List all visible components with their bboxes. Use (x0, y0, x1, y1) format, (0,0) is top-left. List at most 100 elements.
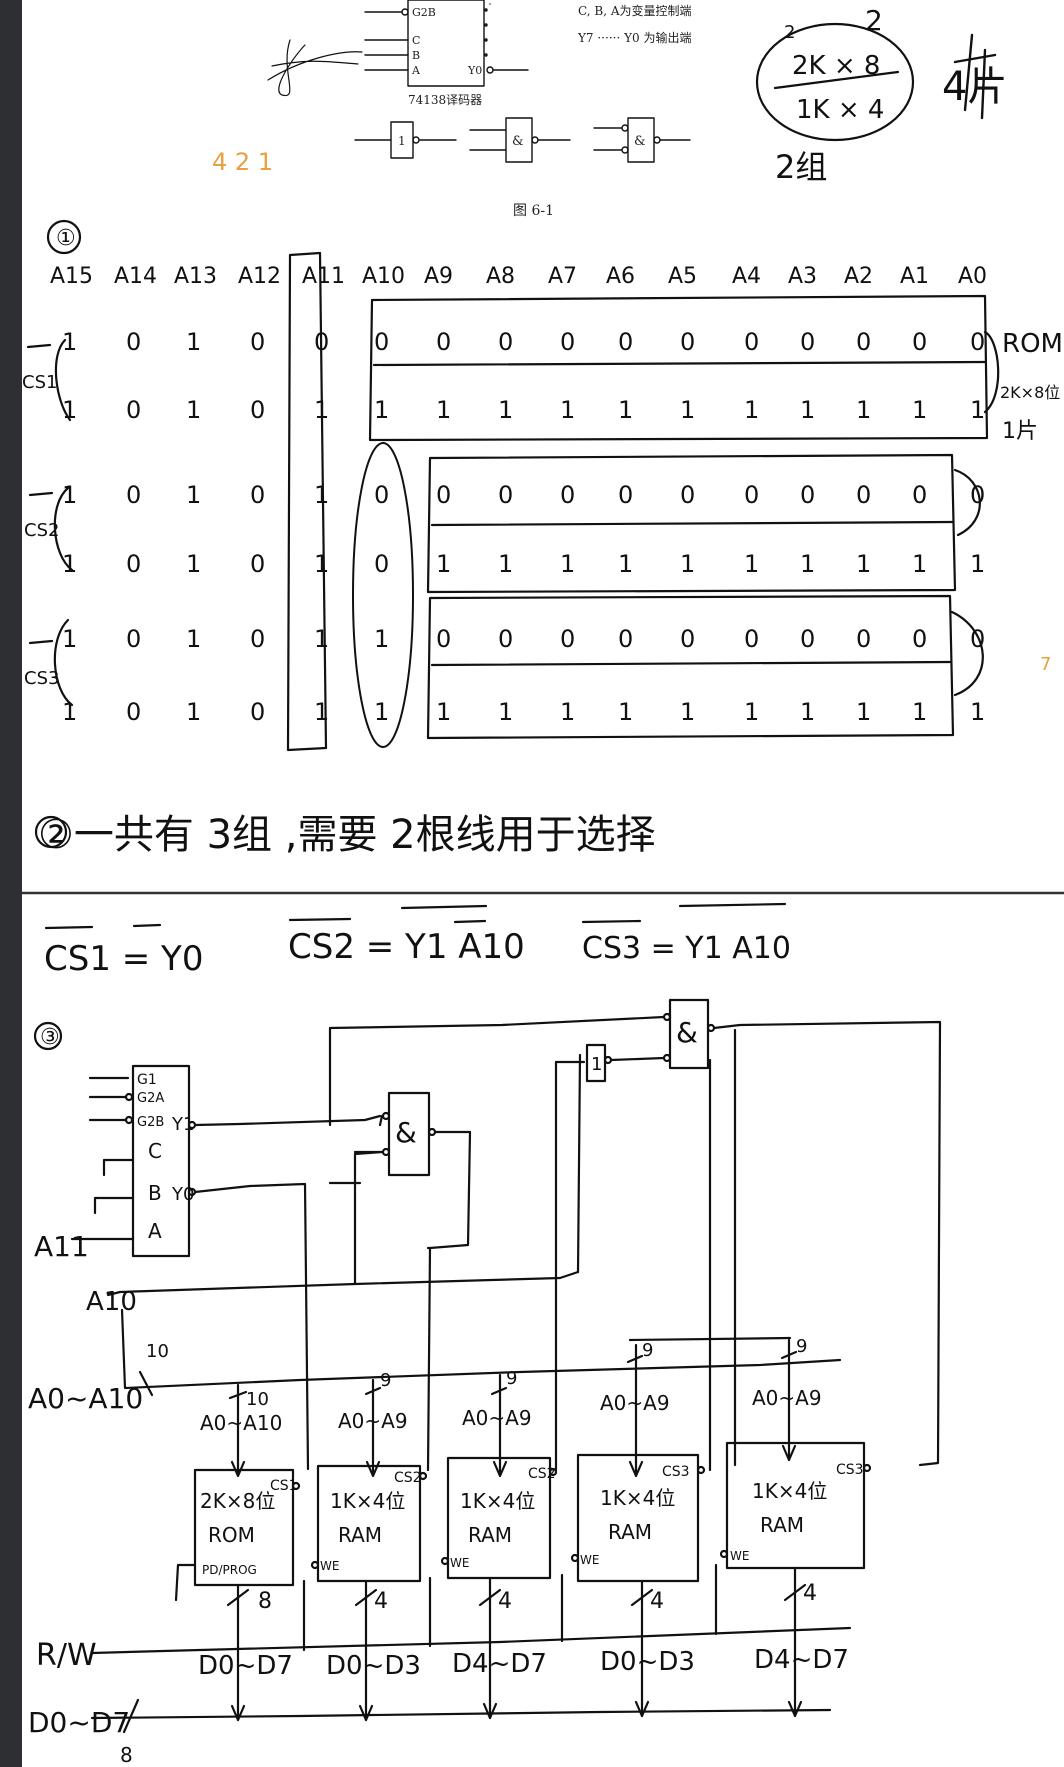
chip-addr-label: A0~A9 (600, 1391, 670, 1415)
addr-header-a8: A8 (486, 264, 515, 289)
table-cell: 0 (250, 396, 265, 424)
step3-text: ③ G1 G2A G2B C B A Y1 Y0 A11 A10 A0~A10 … (28, 1016, 864, 1767)
table-cell: 1 (374, 698, 389, 726)
addr-header-a9: A9 (424, 264, 453, 289)
table-cell: 1 (436, 698, 451, 726)
figure-caption: 图 6-1 (513, 203, 554, 219)
table-cell: 0 (126, 328, 141, 356)
table-cell: 1 (744, 396, 759, 424)
table-cell: 0 (800, 481, 815, 509)
table-cell: 0 (436, 625, 451, 653)
dec-pin-b: B (148, 1181, 162, 1205)
bus-width-10: 10 (146, 1341, 169, 1362)
gate-not-label: 1 (398, 134, 406, 148)
dec-pin-a: A (148, 1219, 162, 1243)
cs1-label: CS1 (22, 372, 57, 393)
eq-cs3: CS3 = Y1 A10 (582, 931, 791, 966)
chip-addr-width: 9 (796, 1336, 807, 1357)
addr-header-a15: A15 (50, 264, 93, 289)
table-cell: 0 (800, 328, 815, 356)
addr-header-a0: A0 (958, 264, 987, 289)
table-cell: 0 (680, 328, 695, 356)
table-cell: 1 (62, 396, 77, 424)
table-cell: 0 (912, 625, 927, 653)
table-cell: 0 (912, 481, 927, 509)
table-cell: 0 (560, 328, 575, 356)
table-cell: 1 (560, 550, 575, 578)
chip-cs-label: CS3 (662, 1464, 690, 1480)
table-cell: 1 (186, 625, 201, 653)
addr-header-a3: A3 (788, 264, 817, 289)
addr-header-a7: A7 (548, 264, 577, 289)
addr-header-a13: A13 (174, 264, 217, 289)
chip-addr-label: A0~A9 (338, 1409, 408, 1433)
table-cell: 1 (618, 550, 633, 578)
table-cell: 0 (498, 328, 513, 356)
table-cell: 0 (126, 698, 141, 726)
table-cell: 0 (856, 625, 871, 653)
table-cell: 1 (618, 698, 633, 726)
chip-data-label: D0~D3 (600, 1647, 695, 1677)
rom-label: ROM (1002, 329, 1063, 359)
table-cell: 0 (250, 328, 265, 356)
table-cell: 0 (126, 625, 141, 653)
decoder-pin-y0: Y0 (467, 64, 482, 77)
table-cell: 0 (744, 625, 759, 653)
eq-cs2: CS2 = Y1 A10 (288, 927, 525, 967)
decoder-pin-b: B (412, 49, 420, 62)
chip-cs-label: CS2 (528, 1466, 556, 1482)
chip-ctrl-label: WE (580, 1553, 599, 1567)
addr-header-a10: A10 (362, 264, 405, 289)
not-gate-label: 1 (591, 1054, 602, 1075)
chip-addr-label: A0~A9 (752, 1386, 822, 1410)
input-a11: A11 (34, 1230, 89, 1263)
handwritten-diagram: G2B C B A Y0 74138译码器 C, B, A为变量控制端 Y7 ·… (20, 0, 1064, 1767)
chip-addr-width: 9 (506, 1368, 517, 1389)
table-cell: 0 (498, 625, 513, 653)
note-groups: 2组 (775, 148, 827, 186)
table-cell: 1 (856, 550, 871, 578)
chip-addr-label: A0~A9 (462, 1406, 532, 1430)
dec-pin-c: C (148, 1139, 162, 1163)
gate-and-label-1: & (512, 134, 524, 149)
chip-type-label: RAM (608, 1520, 652, 1544)
table-cell: 1 (374, 396, 389, 424)
table-cell: 0 (374, 328, 389, 356)
addr-header-a6: A6 (606, 264, 635, 289)
note-chips: 4片 (942, 64, 1007, 110)
table-cell: 1 (680, 396, 695, 424)
dec-pin-g2a: G2A (137, 1091, 164, 1106)
chip-addr-width: 9 (642, 1340, 653, 1361)
table-cell: 1 (186, 481, 201, 509)
table-cell: 1 (62, 481, 77, 509)
table-cell: 0 (744, 481, 759, 509)
formula-top: 2K × 8 (792, 51, 880, 81)
table-cell: 0 (560, 481, 575, 509)
table-cell: 0 (374, 481, 389, 509)
table-cell: 0 (800, 625, 815, 653)
cs2-label: CS2 (24, 520, 59, 541)
chip-ctrl-label: WE (450, 1556, 469, 1570)
table-cell: 1 (800, 698, 815, 726)
formula-bottom: 1K × 4 (796, 95, 884, 125)
dec-out-y1: Y1 (171, 1114, 194, 1135)
input-a10: A10 (86, 1287, 137, 1317)
table-cell: 0 (744, 328, 759, 356)
decoder-pin-g2b: G2B (412, 6, 436, 19)
table-cell: 0 (560, 625, 575, 653)
eq-cs1: CS1 = Y0 (44, 939, 203, 979)
chip-data-label: D0~D7 (198, 1651, 293, 1681)
table-cell: 1 (560, 396, 575, 424)
table-cell: 1 (374, 625, 389, 653)
chip-cs-label: CS1 (270, 1478, 298, 1494)
table-cell: 0 (618, 481, 633, 509)
table-cell: 0 (126, 550, 141, 578)
decoder-caption: 74138译码器 (408, 93, 482, 107)
chip-cs-label: CS3 (836, 1462, 864, 1478)
addr-header-a2: A2 (844, 264, 873, 289)
table-cell: 0 (970, 481, 985, 509)
chip-data-width: 4 (498, 1589, 512, 1614)
chip-ctrl-label: PD/PROG (202, 1563, 257, 1577)
printed-decoder (364, 0, 529, 87)
chip-ctrl-label: WE (730, 1549, 749, 1563)
